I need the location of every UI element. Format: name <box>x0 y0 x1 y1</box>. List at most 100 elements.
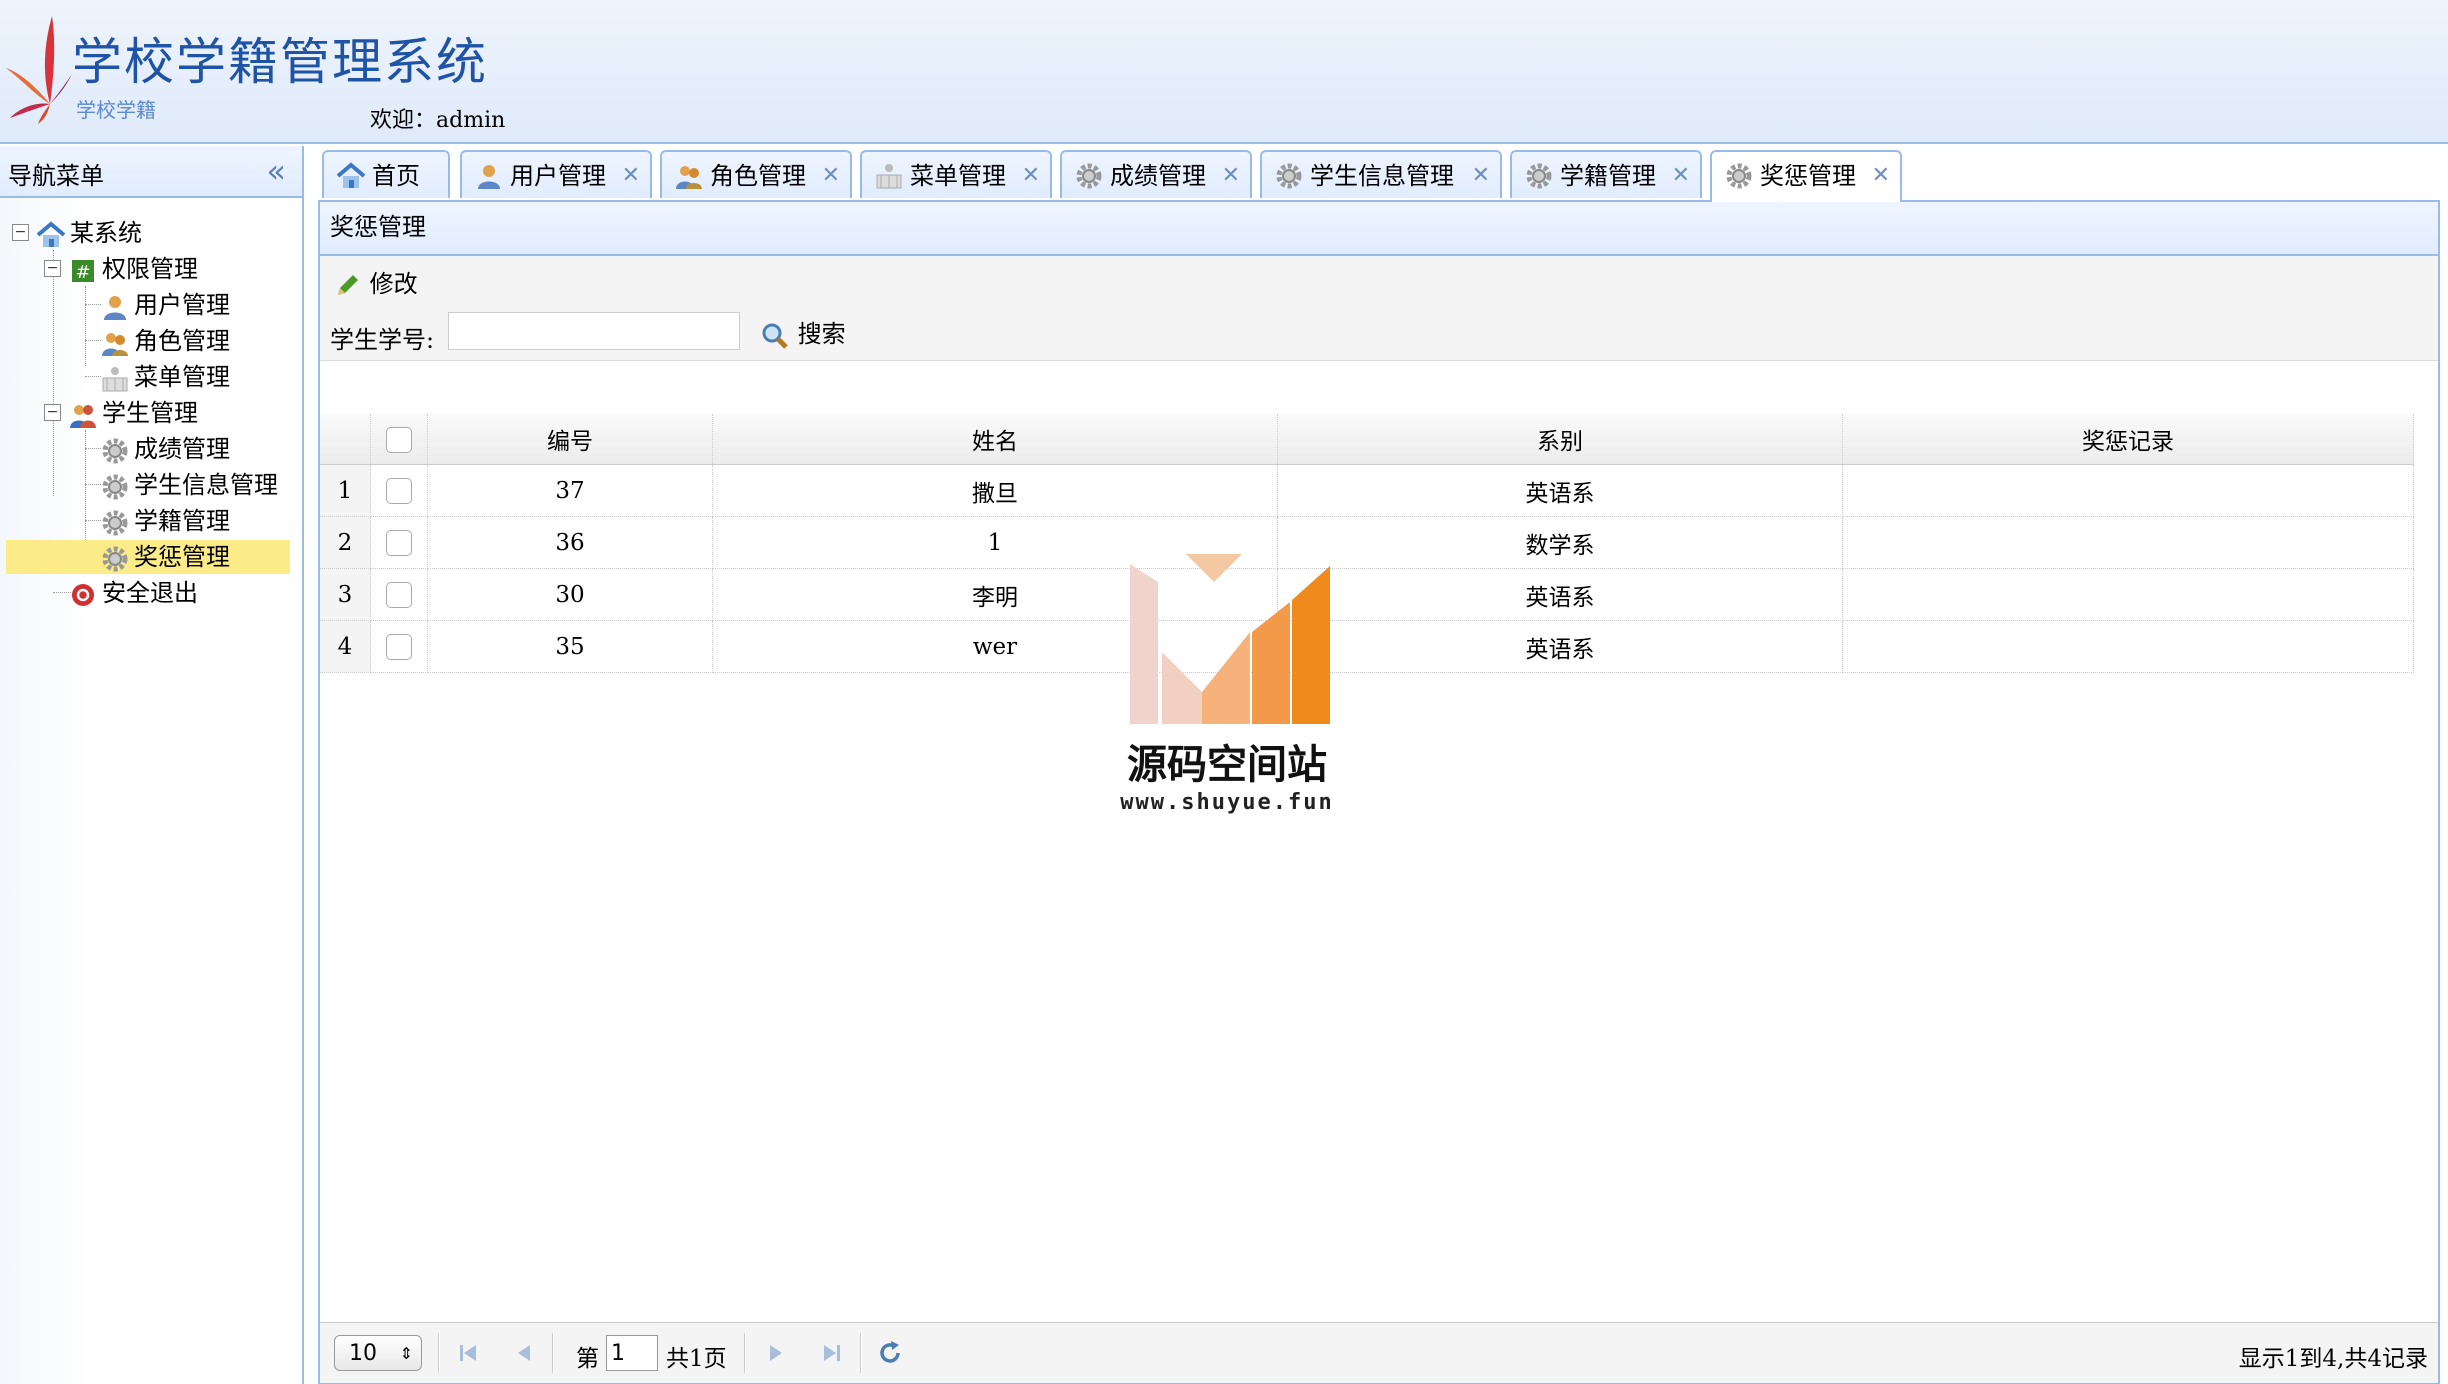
power-icon <box>72 583 94 606</box>
nav-header: 导航菜单 « <box>0 146 302 198</box>
tree-node-grade-management-label: 成绩管理 <box>134 435 230 463</box>
tab-enrollment-management-label: 学籍管理 <box>1560 162 1656 190</box>
tree-node-logout[interactable]: 安全退出 <box>68 576 198 610</box>
cell-id: 30 <box>427 568 713 621</box>
close-icon[interactable]: ✕ <box>622 152 640 200</box>
row-checkbox[interactable] <box>386 582 412 608</box>
search-label: 学生学号: <box>330 326 435 354</box>
gear-icon <box>102 510 128 535</box>
tree-node-enrollment-management[interactable]: 学籍管理 <box>100 504 230 538</box>
column-header-record[interactable]: 奖惩记录 <box>1842 414 2414 465</box>
tree-node-student-info-management[interactable]: 学生信息管理 <box>100 468 278 502</box>
tab-reward-management[interactable]: 奖惩管理 ✕ <box>1710 150 1902 202</box>
column-header-dept[interactable]: 系别 <box>1277 414 1843 465</box>
updown-icon: ⇕ <box>399 1344 413 1363</box>
close-icon[interactable]: ✕ <box>822 152 840 200</box>
edit-button[interactable]: 修改 <box>332 264 418 304</box>
tree-toggle-auth[interactable]: − <box>44 260 61 277</box>
svg-text:#: # <box>75 262 90 283</box>
student-id-input[interactable] <box>448 312 740 350</box>
gear-icon <box>1076 163 1102 188</box>
row-checkbox[interactable] <box>386 530 412 556</box>
table-row[interactable]: 3 30 李明 英语系 <box>320 568 2414 621</box>
tree-toggle-student[interactable]: − <box>44 404 61 421</box>
column-header-id[interactable]: 编号 <box>427 414 713 465</box>
main-area: 首页 用户管理 ✕ 角色管理 ✕ 菜单管理 ✕ 成绩管理 ✕ 学生信息管理 ✕ 学籍管理 ✕… <box>318 146 2448 1384</box>
tree-node-enrollment-management-label: 学籍管理 <box>134 507 230 535</box>
tree-node-root[interactable]: 某系统 <box>36 216 142 250</box>
tab-home[interactable]: 首页 <box>322 150 450 198</box>
watermark-title: 源码空间站 <box>1127 742 1327 788</box>
tab-menu-management-label: 菜单管理 <box>910 162 1006 190</box>
row-checkbox-cell <box>370 568 428 621</box>
cell-dept: 英语系 <box>1277 464 1843 517</box>
tab-grade-management[interactable]: 成绩管理 ✕ <box>1060 150 1252 198</box>
tab-bar: 首页 用户管理 ✕ 角色管理 ✕ 菜单管理 ✕ 成绩管理 ✕ 学生信息管理 ✕ 学籍管理 ✕… <box>318 146 2440 202</box>
tree-node-reward-management[interactable]: 奖惩管理 <box>6 540 290 574</box>
tab-enrollment-management[interactable]: 学籍管理 ✕ <box>1510 150 1702 198</box>
tab-user-management-label: 用户管理 <box>510 162 606 190</box>
pencil-icon <box>338 274 358 295</box>
cell-name: 撒旦 <box>712 464 1278 517</box>
page-number-input[interactable] <box>606 1335 658 1371</box>
close-icon[interactable]: ✕ <box>1222 152 1240 200</box>
page-prefix: 第 <box>576 1346 599 1372</box>
close-icon[interactable]: ✕ <box>1022 152 1040 200</box>
close-icon[interactable]: ✕ <box>1872 152 1890 200</box>
tab-user-management[interactable]: 用户管理 ✕ <box>460 150 652 198</box>
column-header-name[interactable]: 姓名 <box>712 414 1278 465</box>
first-page-icon[interactable] <box>450 1335 486 1371</box>
home-icon <box>36 220 66 247</box>
gear-icon <box>102 546 128 571</box>
tree-node-user-management[interactable]: 用户管理 <box>100 288 230 322</box>
cell-dept: 数学系 <box>1277 516 1843 569</box>
next-page-icon[interactable] <box>758 1335 794 1371</box>
last-page-icon[interactable] <box>814 1335 850 1371</box>
collapse-icon[interactable]: « <box>266 152 286 190</box>
content-panel: 奖惩管理 修改 学生学号: 搜索 编号 姓名 系别 奖惩记录 1 37 撒旦 英… <box>318 202 2440 1384</box>
pager-separator <box>438 1333 440 1373</box>
close-icon[interactable]: ✕ <box>1472 152 1490 200</box>
tree-node-auth-label: 权限管理 <box>102 255 198 283</box>
pager-info: 显示1到4,共4记录 <box>2238 1346 2428 1372</box>
table-row[interactable]: 2 36 1 数学系 <box>320 516 2414 569</box>
page-size-value: 10 <box>349 1341 377 1366</box>
welcome-label: 欢迎： <box>370 108 437 133</box>
toolbar: 修改 学生学号: 搜索 <box>320 256 2438 361</box>
nav-panel: 导航菜单 « − 某系统 − # 权限管理 用户管理 角色管理 菜单管理 − 学… <box>0 146 304 1384</box>
tree-toggle-root[interactable]: − <box>12 224 29 241</box>
watermark: 源码空间站 www.shuyue.fun <box>1112 552 1342 815</box>
tree-node-menu-management-label: 菜单管理 <box>134 363 230 391</box>
refresh-icon[interactable] <box>872 1335 908 1371</box>
page-size-select[interactable]: 10 ⇕ <box>334 1335 422 1371</box>
menu-icon <box>102 366 128 391</box>
pager-separator <box>552 1333 554 1373</box>
select-all-header <box>370 414 428 465</box>
tab-menu-management[interactable]: 菜单管理 ✕ <box>860 150 1052 198</box>
row-checkbox[interactable] <box>386 478 412 504</box>
table-row[interactable]: 4 35 wer 英语系 <box>320 620 2414 673</box>
menu-icon <box>876 163 902 188</box>
gear-icon <box>102 474 128 499</box>
close-icon[interactable]: ✕ <box>1672 152 1690 200</box>
prev-page-icon[interactable] <box>506 1335 542 1371</box>
tab-role-management[interactable]: 角色管理 ✕ <box>660 150 852 198</box>
table-row[interactable]: 1 37 撒旦 英语系 <box>320 464 2414 517</box>
app-header: 学校学籍管理系统 学校学籍 欢迎：admin <box>0 0 2448 144</box>
tree-node-menu-management[interactable]: 菜单管理 <box>100 360 230 394</box>
tree-node-student-label: 学生管理 <box>102 399 198 427</box>
row-checkbox[interactable] <box>386 634 412 660</box>
row-number: 1 <box>320 464 371 517</box>
tree-node-auth[interactable]: # 权限管理 <box>68 252 198 286</box>
row-checkbox-cell <box>370 464 428 517</box>
select-all-checkbox[interactable] <box>386 426 412 453</box>
search-button[interactable]: 搜索 <box>760 316 846 352</box>
tab-student-info-management[interactable]: 学生信息管理 ✕ <box>1260 150 1502 198</box>
welcome-text: 欢迎：admin <box>370 102 505 134</box>
tree-node-role-management[interactable]: 角色管理 <box>100 324 230 358</box>
tree-node-root-label: 某系统 <box>70 219 142 247</box>
cell-record <box>1842 464 2414 517</box>
cell-dept: 英语系 <box>1277 568 1843 621</box>
tree-node-student[interactable]: 学生管理 <box>68 396 198 430</box>
tree-node-grade-management[interactable]: 成绩管理 <box>100 432 230 466</box>
